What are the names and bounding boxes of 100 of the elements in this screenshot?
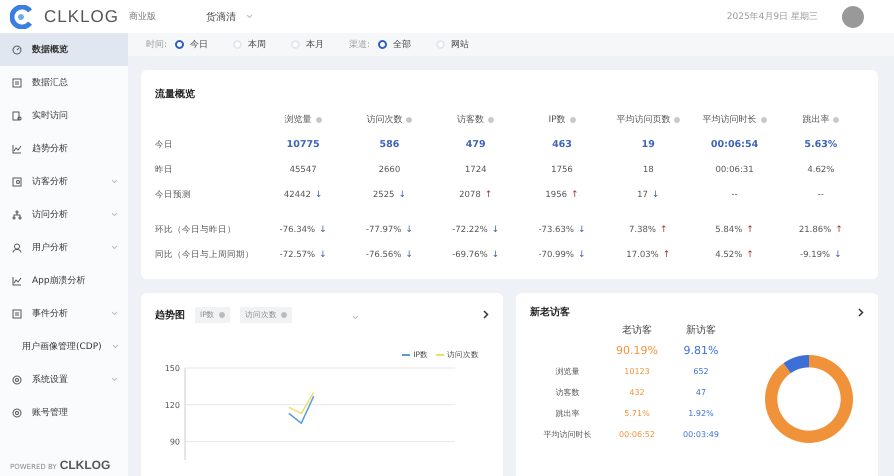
- table-cell: -77.97%: [366, 224, 402, 234]
- column-header: 访客数: [457, 114, 484, 126]
- table-cell: 4.62%: [807, 164, 834, 174]
- card-title: 新老访客: [530, 305, 570, 319]
- row-label: 同比（今日与上周同期）: [155, 248, 254, 260]
- avatar[interactable]: [842, 6, 864, 28]
- table-cell: 1724: [464, 164, 487, 174]
- table-cell: 7.38%: [629, 224, 656, 234]
- sidebar-item[interactable]: 账号管理: [0, 396, 128, 429]
- row-label: 昨日: [155, 164, 173, 176]
- sidebar-item[interactable]: 用户分析: [0, 231, 128, 264]
- sidebar-item[interactable]: 实时访问: [0, 99, 128, 132]
- table-cell: -70.99%: [538, 250, 574, 260]
- row-label: 浏览量: [556, 366, 580, 377]
- column-header: 平均访问时长: [702, 114, 757, 126]
- card-title: 趋势图: [155, 308, 185, 322]
- chevron-right-icon[interactable]: [858, 308, 864, 316]
- chevron-down-icon: [112, 344, 119, 349]
- row-label: 平均访问时长: [544, 429, 592, 440]
- sidebar-item[interactable]: 访问分析: [0, 198, 128, 231]
- trend-arrow: ↓: [398, 190, 406, 200]
- table-cell: 4.52%: [715, 250, 742, 260]
- trend-arrow: ↑: [835, 224, 843, 234]
- share-value: 90.19%: [616, 344, 658, 357]
- table-cell: 1756: [551, 164, 573, 174]
- chevron-down-icon: [111, 179, 118, 184]
- sidebar-item[interactable]: 数据汇总: [0, 66, 128, 99]
- chevron-down-icon: [352, 315, 359, 320]
- document-icon: [12, 78, 22, 88]
- chart-line: [288, 392, 314, 414]
- trend-arrow: ↓: [314, 190, 322, 200]
- sidebar-item[interactable]: 用户画像管理(CDP): [0, 330, 128, 363]
- line-chart-icon: [12, 144, 22, 154]
- user-card-icon: [12, 176, 22, 186]
- trend-arrow: ↓: [578, 224, 586, 234]
- trend-arrow: ↓: [492, 250, 500, 260]
- table-cell: 45547: [290, 164, 317, 174]
- table-cell: -73.63%: [538, 224, 574, 234]
- table-cell: --: [818, 190, 824, 200]
- sidebar-item[interactable]: 事件分析: [0, 297, 128, 330]
- row-label: 跳出率: [556, 408, 580, 419]
- brand-name: CLKLOG: [44, 6, 119, 26]
- table-cell: 00:06:52: [619, 430, 655, 439]
- column-header: 平均访问页数: [616, 114, 670, 126]
- trend-arrow: ↓: [319, 224, 327, 234]
- settings-icon: [12, 374, 22, 384]
- row-label: 访客数: [556, 387, 580, 398]
- logo-icon: [10, 4, 34, 28]
- share-value: 9.81%: [684, 344, 718, 357]
- trend-arrow: ↓: [319, 250, 327, 260]
- sidebar-item[interactable]: 数据概览: [0, 33, 128, 66]
- row-label: 环比（今日与昨日）: [155, 224, 236, 236]
- radio-option[interactable]: 本周: [233, 38, 284, 51]
- table-cell: --: [731, 190, 738, 200]
- trend-arrow: ↓: [652, 190, 660, 200]
- trend-arrow: ↓: [405, 250, 413, 260]
- sidebar-item[interactable]: App崩溃分析: [0, 264, 128, 297]
- radio-option[interactable]: 全部: [378, 38, 428, 51]
- chevron-down-icon: [246, 14, 253, 19]
- axis-tick-label: 120: [164, 400, 180, 410]
- chevron-right-icon[interactable]: [483, 310, 489, 319]
- filter-label: 时间:: [146, 38, 168, 51]
- trend-arrow: ↑: [484, 190, 492, 200]
- axis-tick-label: 90: [170, 438, 180, 447]
- trend-arrow: ↑: [660, 224, 668, 234]
- chevron-down-icon: [111, 245, 118, 250]
- clock-document-icon: [12, 110, 22, 120]
- project-select[interactable]: 货滴清: [206, 10, 253, 24]
- date-text: 2025年4月9日 星期三: [726, 10, 818, 23]
- row-label: 今日: [155, 138, 173, 150]
- user-icon: [12, 242, 22, 252]
- sidebar-item[interactable]: 访客分析: [0, 165, 128, 198]
- trend-arrow: ↓: [492, 224, 500, 234]
- dashboard-icon: [12, 44, 22, 54]
- table-cell: 21.86%: [798, 224, 832, 234]
- table-cell: 19: [642, 139, 655, 150]
- row-label: 今日预测: [155, 188, 191, 200]
- chart-line: [288, 396, 314, 424]
- table-cell: 463: [552, 139, 572, 150]
- table-cell: 10775: [286, 139, 320, 150]
- radio-option[interactable]: 本月: [291, 38, 342, 51]
- axis-tick-label: 150: [164, 364, 180, 373]
- column-header: 新访客: [686, 324, 716, 336]
- line-chart-icon: [12, 276, 22, 286]
- radio-option[interactable]: 网站: [436, 38, 486, 51]
- column-header: 访问次数: [366, 114, 402, 126]
- sidebar-item[interactable]: 系统设置: [0, 363, 128, 396]
- table-cell: 586: [380, 139, 400, 150]
- radio-option[interactable]: 今日: [175, 38, 226, 51]
- table-cell: -72.57%: [280, 250, 316, 260]
- table-cell: 1.92%: [688, 409, 714, 418]
- trend-arrow: ↓: [578, 250, 586, 260]
- table-cell: 18: [642, 164, 654, 174]
- chevron-down-icon: [111, 377, 118, 382]
- filter-label: 渠道:: [349, 38, 370, 51]
- table-cell: 479: [466, 139, 486, 150]
- sidebar-item[interactable]: 趋势分析: [0, 132, 128, 165]
- table-cell: 00:06:54: [710, 139, 758, 150]
- table-cell: 00:06:31: [715, 164, 754, 174]
- column-header: 老访客: [622, 324, 652, 336]
